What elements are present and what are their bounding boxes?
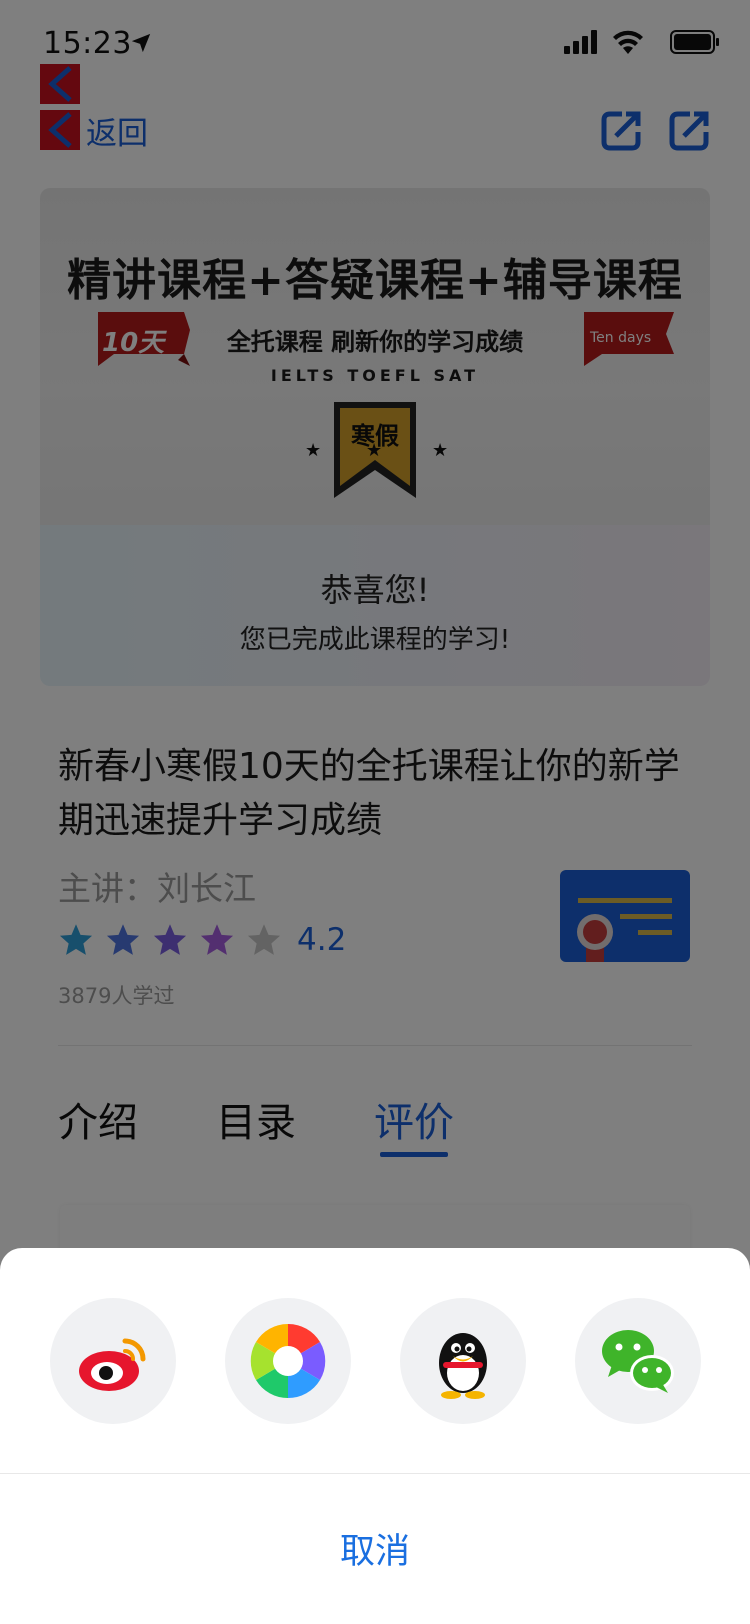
- share-wechat-button[interactable]: [575, 1298, 701, 1424]
- moments-icon: [250, 1323, 326, 1399]
- share-moments-button[interactable]: [225, 1298, 351, 1424]
- share-qq-button[interactable]: [400, 1298, 526, 1424]
- sheet-divider: [0, 1473, 750, 1474]
- share-targets: [0, 1298, 750, 1424]
- share-sheet: 取消: [0, 1248, 750, 1624]
- cancel-button[interactable]: 取消: [0, 1523, 750, 1574]
- share-weibo-button[interactable]: [50, 1298, 176, 1424]
- wechat-icon: [602, 1330, 674, 1393]
- qq-icon: [439, 1333, 487, 1399]
- weibo-icon: [79, 1338, 146, 1391]
